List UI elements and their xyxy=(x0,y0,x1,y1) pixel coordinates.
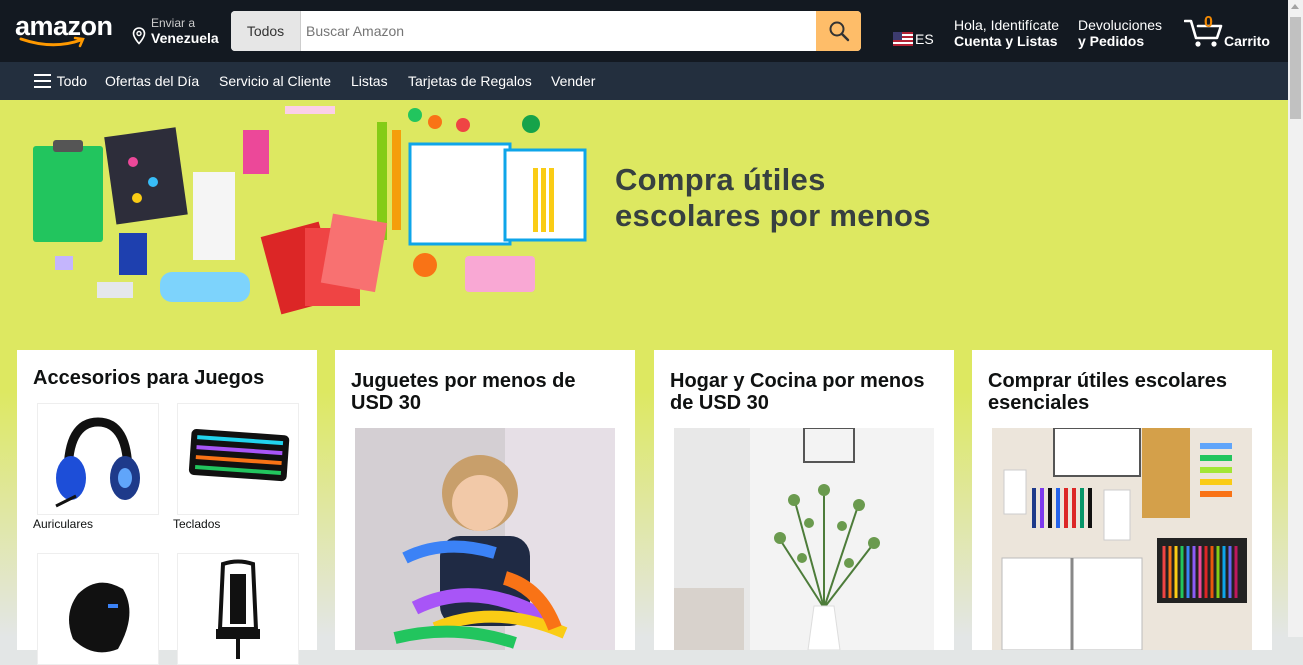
card-gaming-accessories: Accesorios para Juegos Auriculares Tecla… xyxy=(17,350,317,665)
nav-gift-cards[interactable]: Tarjetas de Regalos xyxy=(408,73,532,89)
child-playing-image xyxy=(355,428,615,650)
search-input[interactable] xyxy=(301,11,816,51)
returns-label: Devoluciones xyxy=(1078,17,1163,33)
cart-button[interactable]: 0 Carrito xyxy=(1184,14,1274,50)
card-toys-under-30: Juguetes por menos de USD 30 xyxy=(335,350,635,650)
scroll-up-arrow-icon[interactable] xyxy=(1291,4,1299,9)
card-title[interactable]: Accesorios para Juegos xyxy=(33,367,303,389)
card-home-kitchen-under-30: Hogar y Cocina por menos de USD 30 xyxy=(654,350,954,650)
mouse-tile[interactable] xyxy=(37,553,159,665)
nav-customer-service[interactable]: Servicio al Cliente xyxy=(219,73,331,89)
school-supplies-illustration xyxy=(33,106,587,315)
amazon-logo[interactable]: amazon xyxy=(15,12,115,50)
search-icon xyxy=(829,21,849,42)
cart-count: 0 xyxy=(1204,14,1213,31)
school-supplies-photo[interactable] xyxy=(992,428,1252,650)
keyboard-image xyxy=(188,429,290,482)
nav-lists[interactable]: Listas xyxy=(351,73,388,89)
card-title[interactable]: Hogar y Cocina por menos de USD 30 xyxy=(670,370,940,414)
top-navbar: amazon Enviar a Venezuela Todos ES Hola,… xyxy=(0,0,1288,62)
hero-line-2: escolares por menos xyxy=(615,198,931,233)
hero-line-1: Compra útiles xyxy=(615,162,826,197)
gaming-chair-tile[interactable] xyxy=(177,553,299,665)
toys-photo[interactable] xyxy=(355,428,615,650)
us-flag-icon xyxy=(893,32,913,46)
search-button[interactable] xyxy=(816,11,861,51)
smile-icon xyxy=(19,36,85,48)
orders-label: y Pedidos xyxy=(1078,33,1145,49)
card-title[interactable]: Juguetes por menos de USD 30 xyxy=(351,370,621,414)
supplies-flatlay-image xyxy=(992,428,1252,650)
keyboards-tile[interactable] xyxy=(177,403,299,515)
nav-sell[interactable]: Vender xyxy=(551,73,595,89)
deliver-label: Enviar a xyxy=(151,16,196,30)
mouse-image xyxy=(69,582,130,653)
account-greeting: Hola, Identifícate xyxy=(954,17,1060,33)
language-selector[interactable]: ES xyxy=(893,31,934,47)
card-title[interactable]: Comprar útiles escolares esenciales xyxy=(988,370,1258,414)
nav-all-label: Todo xyxy=(56,73,87,89)
hamburger-menu-icon xyxy=(34,74,51,88)
secondary-navbar: Todo Ofertas del Día Servicio al Cliente… xyxy=(0,62,1288,100)
deliver-to-location[interactable]: Enviar a Venezuela xyxy=(132,15,227,49)
search-bar: Todos xyxy=(231,11,861,51)
scrollbar-thumb[interactable] xyxy=(1290,17,1301,119)
keyboards-label[interactable]: Teclados xyxy=(173,517,220,531)
headphones-label[interactable]: Auriculares xyxy=(33,517,93,531)
search-category-dropdown[interactable]: Todos xyxy=(231,11,301,51)
hero-headline: Compra útiles escolares por menos xyxy=(615,162,931,234)
location-pin-icon xyxy=(132,27,146,45)
page-scrollbar[interactable] xyxy=(1288,0,1303,637)
nav-all-menu[interactable]: Todo xyxy=(34,73,87,89)
nav-todays-deals[interactable]: Ofertas del Día xyxy=(105,73,199,89)
card-school-supplies: Comprar útiles escolares esenciales xyxy=(972,350,1272,650)
home-kitchen-photo[interactable] xyxy=(674,428,934,650)
gaming-chair-image xyxy=(216,559,260,659)
headphones-image xyxy=(55,417,140,508)
headphones-tile[interactable] xyxy=(37,403,159,515)
cart-label: Carrito xyxy=(1224,33,1270,49)
account-menu[interactable]: Hola, Identifícate Cuenta y Listas xyxy=(954,17,1059,49)
returns-orders-link[interactable]: Devoluciones y Pedidos xyxy=(1078,17,1162,49)
deliver-country: Venezuela xyxy=(151,30,219,46)
account-lists-label: Cuenta y Listas xyxy=(954,33,1058,49)
language-code: ES xyxy=(915,31,934,47)
plant-vase-image xyxy=(674,428,934,650)
